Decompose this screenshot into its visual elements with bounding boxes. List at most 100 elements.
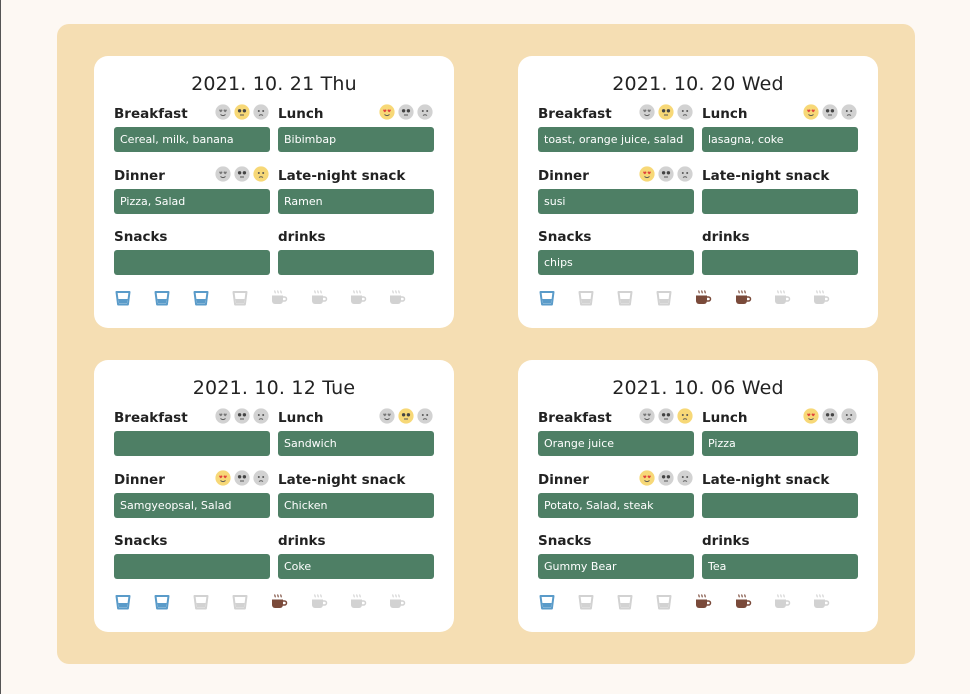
water-glass-icon[interactable]	[114, 593, 132, 611]
sad-face-icon[interactable]	[253, 408, 269, 424]
water-glass-icon[interactable]	[577, 289, 595, 307]
sad-face-icon[interactable]	[253, 470, 269, 486]
breakfast-mood-picker[interactable]	[215, 408, 269, 424]
water-glass-icon[interactable]	[231, 289, 249, 307]
love-face-icon[interactable]	[639, 408, 655, 424]
coffee-cup-icon[interactable]	[349, 289, 367, 307]
dinner-mood-picker[interactable]	[639, 470, 693, 486]
sad-face-icon[interactable]	[677, 470, 693, 486]
drinks-input[interactable]	[702, 250, 858, 275]
late-night-snack-input[interactable]: Chicken	[278, 493, 434, 518]
late-night-snack-input[interactable]	[702, 189, 858, 214]
soso-face-icon[interactable]	[658, 104, 674, 120]
coffee-cup-icon[interactable]	[270, 289, 288, 307]
coffee-cup-icon[interactable]	[773, 593, 791, 611]
love-face-icon[interactable]	[215, 470, 231, 486]
soso-face-icon[interactable]	[234, 408, 250, 424]
lunch-input[interactable]: Sandwich	[278, 431, 434, 456]
lunch-mood-picker[interactable]	[379, 104, 433, 120]
sad-face-icon[interactable]	[417, 104, 433, 120]
coffee-cup-icon[interactable]	[694, 593, 712, 611]
water-glass-icon[interactable]	[153, 593, 171, 611]
water-glass-icon[interactable]	[577, 593, 595, 611]
lunch-mood-picker[interactable]	[803, 104, 857, 120]
sad-face-icon[interactable]	[677, 104, 693, 120]
sad-face-icon[interactable]	[417, 408, 433, 424]
breakfast-input[interactable]: Cereal, milk, banana	[114, 127, 270, 152]
soso-face-icon[interactable]	[822, 408, 838, 424]
love-face-icon[interactable]	[215, 166, 231, 182]
dinner-input[interactable]: Samgyeopsal, Salad	[114, 493, 270, 518]
water-glass-icon[interactable]	[616, 289, 634, 307]
water-glass-icon[interactable]	[616, 593, 634, 611]
love-face-icon[interactable]	[803, 104, 819, 120]
water-glass-icon[interactable]	[538, 593, 556, 611]
water-glass-icon[interactable]	[231, 593, 249, 611]
love-face-icon[interactable]	[639, 166, 655, 182]
dinner-mood-picker[interactable]	[215, 166, 269, 182]
breakfast-input[interactable]: Orange juice	[538, 431, 694, 456]
sad-face-icon[interactable]	[841, 104, 857, 120]
love-face-icon[interactable]	[379, 408, 395, 424]
dinner-input[interactable]: susi	[538, 189, 694, 214]
coffee-cup-icon[interactable]	[734, 289, 752, 307]
late-night-snack-input[interactable]: Ramen	[278, 189, 434, 214]
snacks-input[interactable]: chips	[538, 250, 694, 275]
soso-face-icon[interactable]	[234, 166, 250, 182]
lunch-mood-picker[interactable]	[803, 408, 857, 424]
coffee-cup-icon[interactable]	[812, 289, 830, 307]
lunch-input[interactable]: Bibimbap	[278, 127, 434, 152]
soso-face-icon[interactable]	[658, 470, 674, 486]
water-glass-icon[interactable]	[655, 593, 673, 611]
water-glass-icon[interactable]	[153, 289, 171, 307]
snacks-input[interactable]	[114, 250, 270, 275]
breakfast-input[interactable]: toast, orange juice, salad	[538, 127, 694, 152]
coffee-cup-icon[interactable]	[734, 593, 752, 611]
drinks-input[interactable]: Tea	[702, 554, 858, 579]
water-glass-icon[interactable]	[192, 593, 210, 611]
love-face-icon[interactable]	[803, 408, 819, 424]
coffee-cup-icon[interactable]	[694, 289, 712, 307]
love-face-icon[interactable]	[379, 104, 395, 120]
soso-face-icon[interactable]	[398, 104, 414, 120]
dinner-input[interactable]: Potato, Salad, steak	[538, 493, 694, 518]
lunch-input[interactable]: lasagna, coke	[702, 127, 858, 152]
coffee-cup-icon[interactable]	[388, 289, 406, 307]
snacks-input[interactable]	[114, 554, 270, 579]
dinner-mood-picker[interactable]	[639, 166, 693, 182]
water-glass-icon[interactable]	[192, 289, 210, 307]
breakfast-input[interactable]	[114, 431, 270, 456]
drinks-input[interactable]: Coke	[278, 554, 434, 579]
coffee-cup-icon[interactable]	[812, 593, 830, 611]
soso-face-icon[interactable]	[658, 166, 674, 182]
breakfast-mood-picker[interactable]	[639, 408, 693, 424]
sad-face-icon[interactable]	[677, 408, 693, 424]
sad-face-icon[interactable]	[253, 104, 269, 120]
love-face-icon[interactable]	[215, 104, 231, 120]
breakfast-mood-picker[interactable]	[639, 104, 693, 120]
sad-face-icon[interactable]	[677, 166, 693, 182]
love-face-icon[interactable]	[215, 408, 231, 424]
coffee-cup-icon[interactable]	[310, 593, 328, 611]
soso-face-icon[interactable]	[822, 104, 838, 120]
lunch-input[interactable]: Pizza	[702, 431, 858, 456]
soso-face-icon[interactable]	[398, 408, 414, 424]
soso-face-icon[interactable]	[658, 408, 674, 424]
water-glass-icon[interactable]	[655, 289, 673, 307]
coffee-cup-icon[interactable]	[349, 593, 367, 611]
sad-face-icon[interactable]	[253, 166, 269, 182]
water-glass-icon[interactable]	[538, 289, 556, 307]
soso-face-icon[interactable]	[234, 104, 250, 120]
water-glass-icon[interactable]	[114, 289, 132, 307]
drinks-input[interactable]	[278, 250, 434, 275]
breakfast-mood-picker[interactable]	[215, 104, 269, 120]
dinner-mood-picker[interactable]	[215, 470, 269, 486]
love-face-icon[interactable]	[639, 470, 655, 486]
lunch-mood-picker[interactable]	[379, 408, 433, 424]
coffee-cup-icon[interactable]	[388, 593, 406, 611]
coffee-cup-icon[interactable]	[773, 289, 791, 307]
coffee-cup-icon[interactable]	[270, 593, 288, 611]
dinner-input[interactable]: Pizza, Salad	[114, 189, 270, 214]
coffee-cup-icon[interactable]	[310, 289, 328, 307]
late-night-snack-input[interactable]	[702, 493, 858, 518]
